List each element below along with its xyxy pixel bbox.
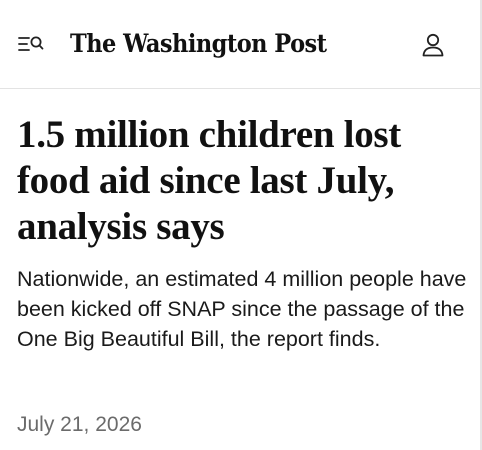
person-icon [422,33,444,57]
menu-search-button[interactable] [16,30,46,58]
top-navigation-bar: The Washington Post [0,0,480,89]
article-dek: Nationwide, an estimated 4 million peopl… [17,267,467,351]
article-screen: The Washington Post 1.5 million children… [0,0,480,450]
publish-date: July 21, 2026 [17,413,142,436]
masthead-logo[interactable]: The Washington Post [70,26,327,62]
account-button[interactable] [418,30,448,60]
search-menu-icon [18,36,44,51]
article-headline[interactable]: 1.5 million children lost food aid since… [17,112,467,250]
